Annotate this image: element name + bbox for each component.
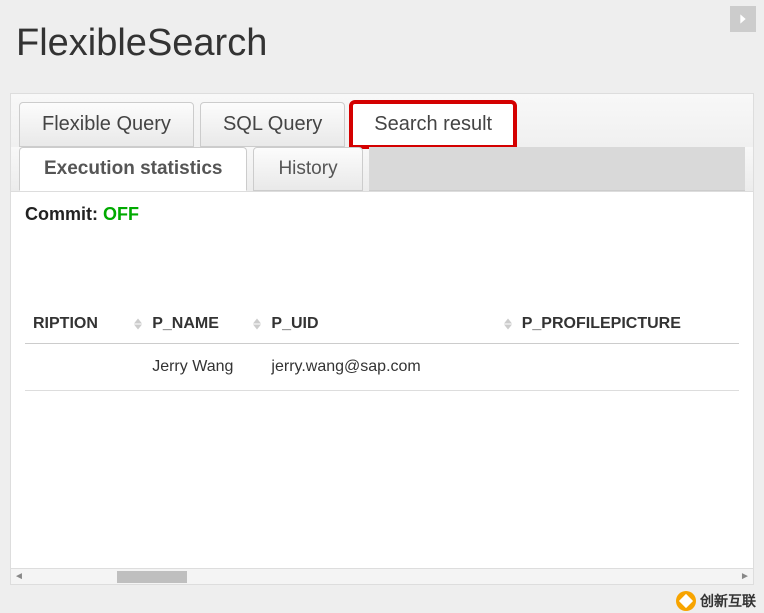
col-p-profilepicture[interactable]: P_PROFILEPICTURE [514, 305, 739, 344]
watermark-logo-icon [676, 591, 696, 611]
tab-search-result[interactable]: Search result [351, 102, 515, 147]
horizontal-scrollbar[interactable]: ◄ ► [11, 568, 753, 584]
commit-label: Commit: [25, 204, 98, 224]
watermark: 创新互联 [676, 591, 756, 611]
scroll-right-arrow[interactable]: ► [737, 569, 753, 585]
col-label: P_UID [271, 315, 318, 332]
sort-icon [504, 319, 512, 330]
result-table: RIPTION P_NAME P_UID P_PROFILEPICTU [25, 305, 739, 391]
tab-history[interactable]: History [253, 147, 362, 191]
scroll-left-arrow[interactable]: ◄ [11, 569, 27, 585]
commit-status: Commit: OFF [25, 204, 739, 225]
cell-ription [25, 344, 144, 391]
result-table-wrap: RIPTION P_NAME P_UID P_PROFILEPICTU [25, 305, 739, 391]
sort-icon [253, 319, 261, 330]
table-header-row: RIPTION P_NAME P_UID P_PROFILEPICTU [25, 305, 739, 344]
tab-execution-statistics[interactable]: Execution statistics [19, 147, 247, 191]
scroll-thumb[interactable] [117, 571, 187, 583]
tab-sql-query[interactable]: SQL Query [200, 102, 345, 147]
tabs-row-primary: Flexible Query SQL Query Search result [11, 94, 753, 147]
cell-p-uid: jerry.wang@sap.com [263, 344, 513, 391]
tab-flexible-query[interactable]: Flexible Query [19, 102, 194, 147]
cell-p-profilepicture [514, 344, 739, 391]
sort-icon [134, 319, 142, 330]
col-label: P_NAME [152, 315, 219, 332]
scroll-track[interactable] [27, 569, 737, 584]
page-title: FlexibleSearch [0, 0, 764, 83]
tabs-spacer [369, 147, 745, 191]
main-panel: Flexible Query SQL Query Search result E… [10, 93, 754, 585]
watermark-text: 创新互联 [700, 591, 756, 611]
col-ription[interactable]: RIPTION [25, 305, 144, 344]
col-label: RIPTION [33, 315, 98, 332]
col-label: P_PROFILEPICTURE [522, 315, 681, 332]
chevron-right-icon [735, 11, 751, 27]
content-area: Commit: OFF RIPTION P_NAME [11, 192, 753, 403]
col-p-uid[interactable]: P_UID [263, 305, 513, 344]
commit-value: OFF [103, 204, 139, 224]
col-p-name[interactable]: P_NAME [144, 305, 263, 344]
cell-p-name: Jerry Wang [144, 344, 263, 391]
tabs-row-secondary: Execution statistics History [11, 147, 753, 192]
table-row[interactable]: Jerry Wang jerry.wang@sap.com [25, 344, 739, 391]
expand-button[interactable] [730, 6, 756, 32]
